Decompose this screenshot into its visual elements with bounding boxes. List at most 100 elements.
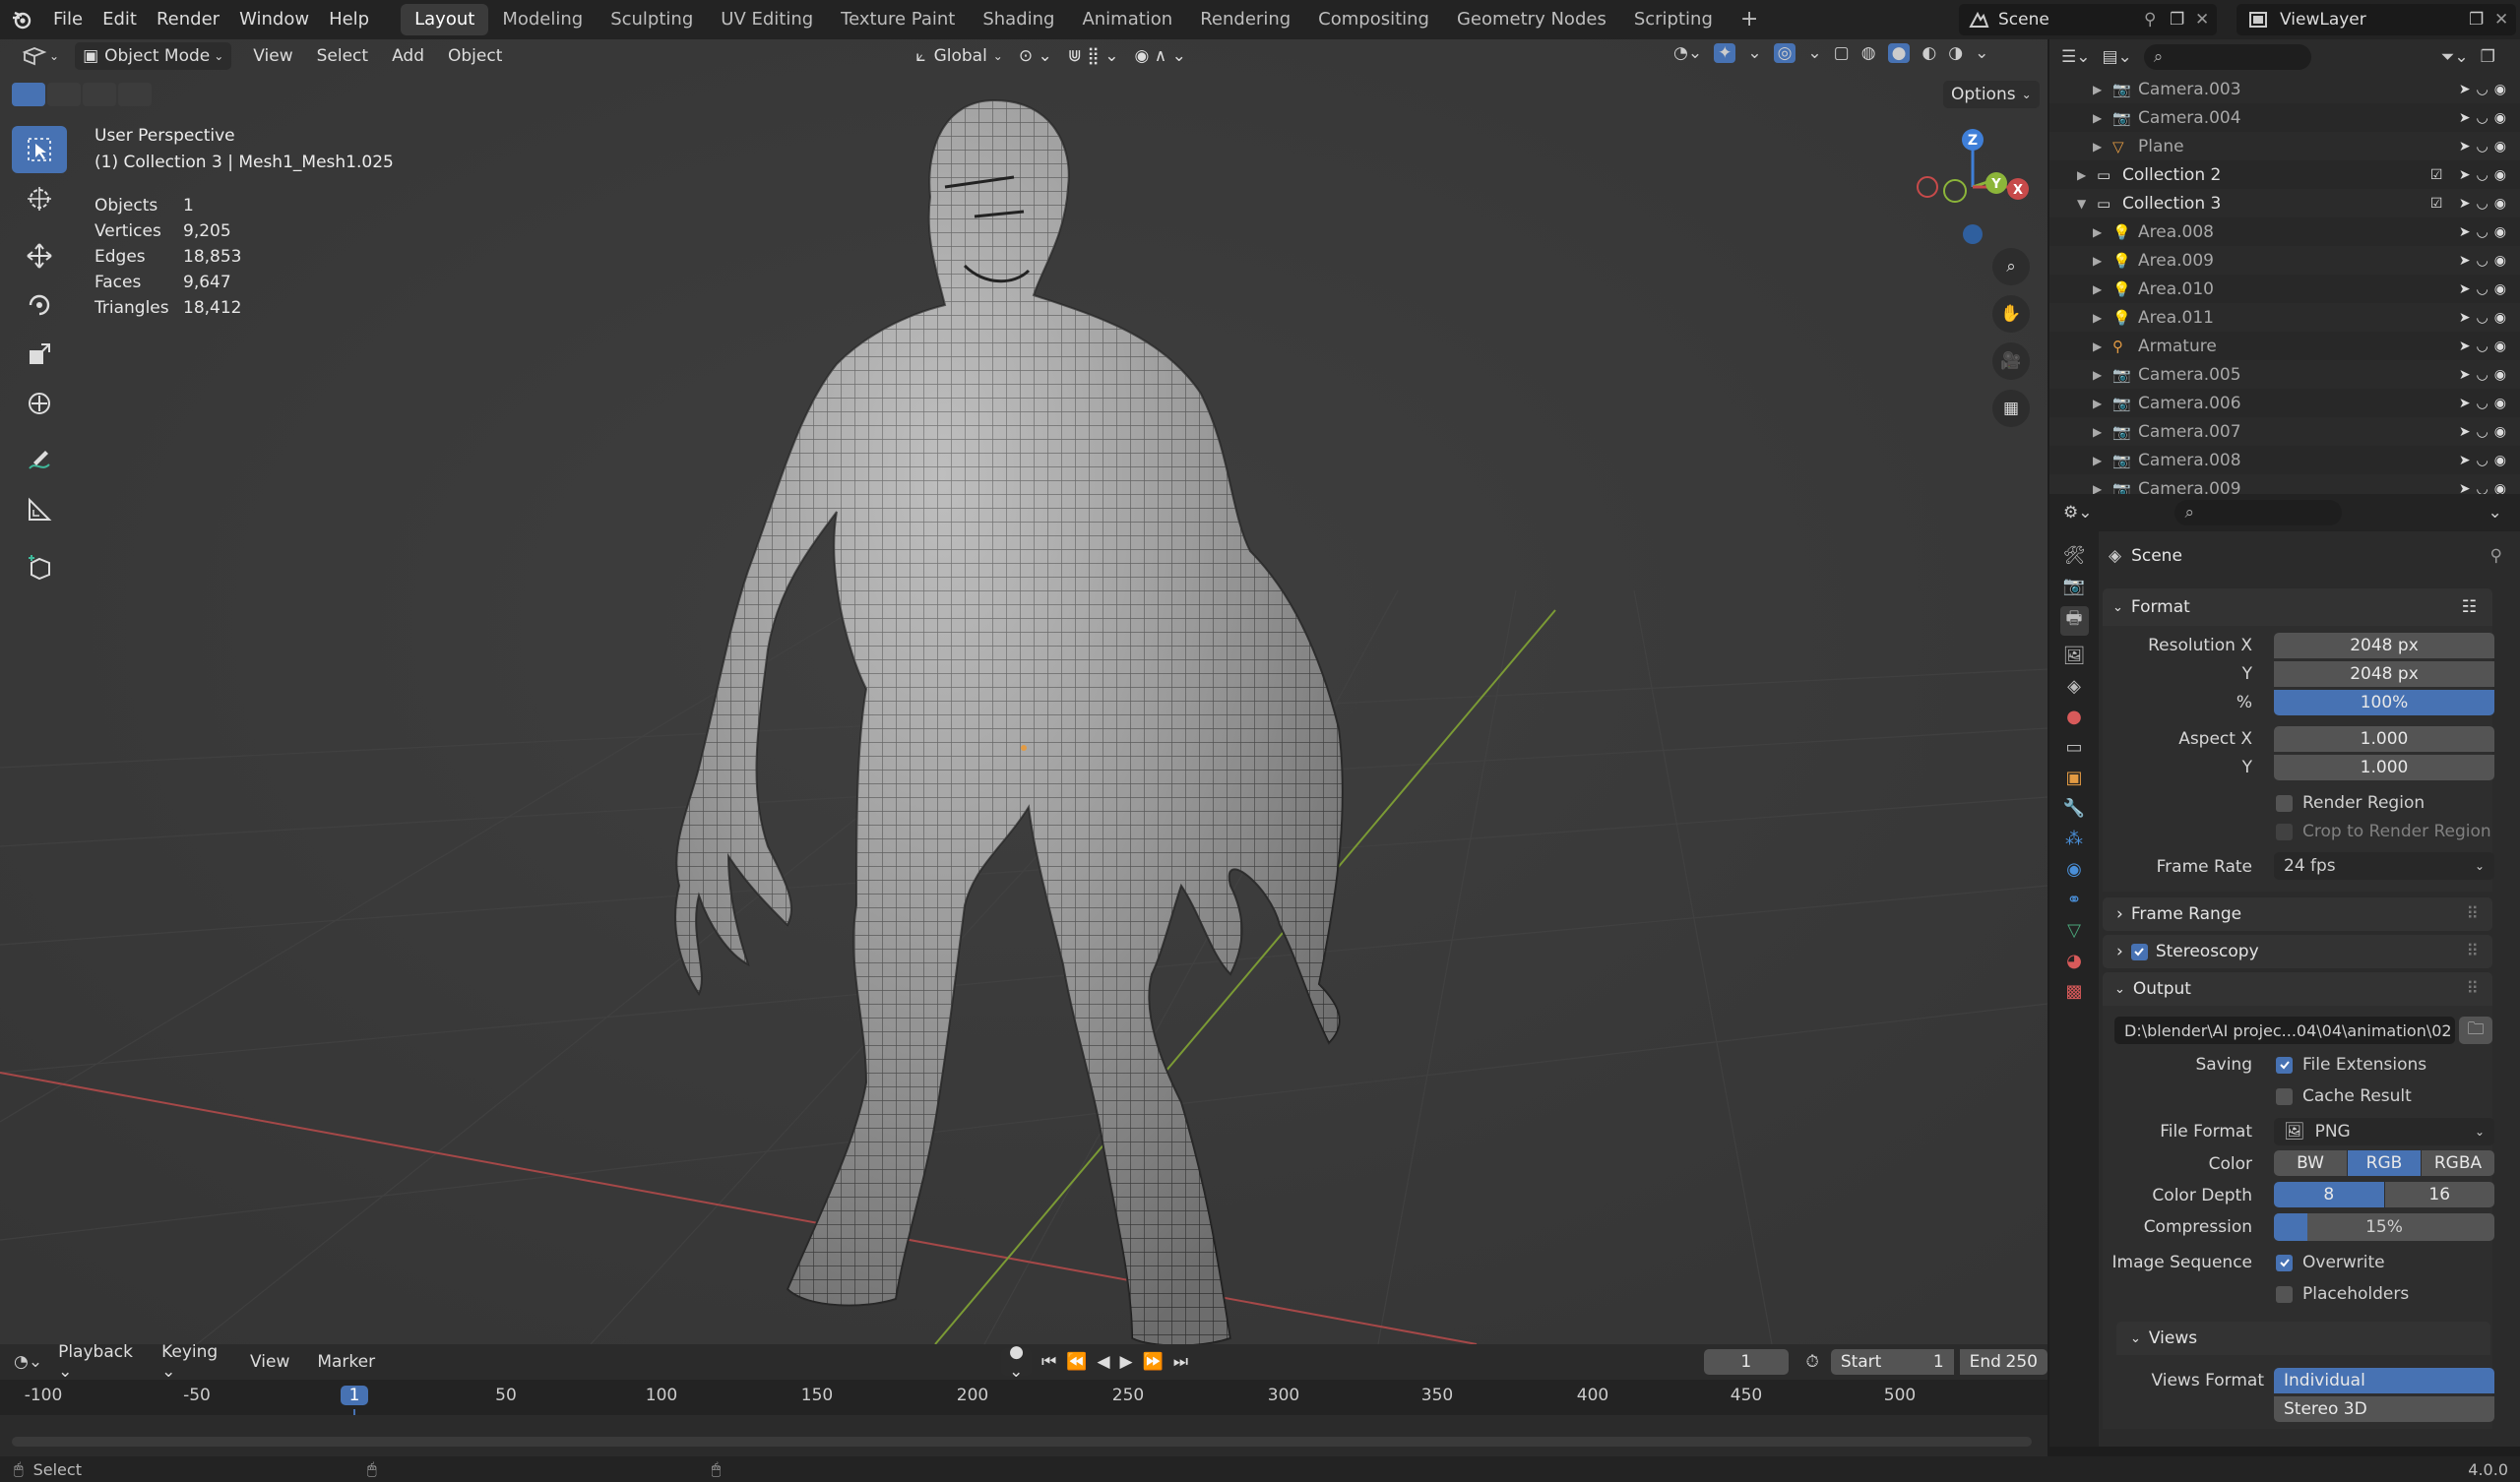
tab-animation[interactable]: Animation bbox=[1068, 4, 1186, 35]
tab-scripting[interactable]: Scripting bbox=[1620, 4, 1727, 35]
snap-icon[interactable]: ⋓ ⣿ ⌄ bbox=[1060, 42, 1127, 70]
scene-selector[interactable]: Scene ⚲ ❐ ✕ bbox=[1959, 4, 2217, 35]
properties-editor-icon[interactable]: ⚙⌄ bbox=[2063, 503, 2092, 523]
tab-shading[interactable]: Shading bbox=[969, 4, 1068, 35]
timeline-editor-icon[interactable]: ◔⌄ bbox=[14, 1352, 42, 1372]
tab-sculpting[interactable]: Sculpting bbox=[597, 4, 707, 35]
new-collection-icon[interactable]: ❐ bbox=[2481, 47, 2495, 67]
menu-object[interactable]: Object bbox=[436, 46, 514, 66]
outliner-row[interactable]: ▶ 📷 Camera.004 ➤◡◉ bbox=[2049, 103, 2520, 132]
expand-arrow-icon[interactable]: ▶ bbox=[2093, 282, 2102, 296]
browse-folder-icon[interactable]: 🗀 bbox=[2459, 1017, 2492, 1044]
measure-tool-icon[interactable] bbox=[12, 486, 67, 533]
select-extend-icon[interactable] bbox=[47, 83, 81, 106]
restriction-toggles[interactable]: ➤◡◉ bbox=[2459, 82, 2512, 97]
end-frame-field[interactable]: End 250 bbox=[1959, 1349, 2048, 1375]
timeline-scrollbar[interactable] bbox=[12, 1437, 2032, 1447]
camera-view-icon[interactable]: 🎥 bbox=[1992, 342, 2030, 380]
restriction-toggles[interactable]: ➤◡◉ bbox=[2459, 396, 2512, 411]
menu-keying[interactable]: Keying ⌄ bbox=[150, 1342, 234, 1382]
restriction-toggles[interactable]: ➤◡◉ bbox=[2459, 339, 2512, 354]
expand-arrow-icon[interactable]: ▶ bbox=[2093, 368, 2102, 382]
expand-arrow-icon[interactable]: ▶ bbox=[2093, 454, 2102, 467]
blender-logo-icon[interactable] bbox=[0, 9, 43, 31]
restriction-toggles[interactable]: ☑ ➤◡◉ bbox=[2430, 167, 2512, 183]
render-region-checkbox[interactable]: Render Region bbox=[2276, 793, 2425, 813]
rotate-tool-icon[interactable] bbox=[12, 281, 67, 329]
transform-tool-icon[interactable] bbox=[12, 380, 67, 427]
compression-slider[interactable]: 15% bbox=[2274, 1213, 2494, 1241]
restriction-toggles[interactable]: ➤◡◉ bbox=[2459, 253, 2512, 269]
move-tool-icon[interactable] bbox=[12, 232, 67, 279]
zoom-icon[interactable]: ⌕ bbox=[1992, 248, 2030, 285]
outliner-row[interactable]: ▶ 📷 Camera.003 ➤◡◉ bbox=[2049, 75, 2520, 103]
resolution-percent-slider[interactable]: 100% bbox=[2274, 690, 2494, 715]
expand-arrow-icon[interactable]: ▶ bbox=[2093, 397, 2102, 410]
tool-tab-icon[interactable]: 🛠 bbox=[2063, 545, 2086, 566]
overwrite-check[interactable] bbox=[2276, 1254, 2293, 1271]
options-button[interactable]: Options ⌄ bbox=[1943, 81, 2040, 108]
frame-ruler[interactable]: -100 -50 1 50 100 150 200 250 300 350 400 450 500 bbox=[0, 1380, 2048, 1456]
outliner-row[interactable]: ▶ 💡 Area.010 ➤◡◉ bbox=[2049, 275, 2520, 303]
object-tab-icon[interactable]: ▣ bbox=[2065, 768, 2082, 788]
restriction-toggles[interactable]: ➤◡◉ bbox=[2459, 281, 2512, 297]
tab-modeling[interactable]: Modeling bbox=[488, 4, 597, 35]
scale-tool-icon[interactable] bbox=[12, 331, 67, 378]
navigation-gizmo[interactable]: Z Y X bbox=[1914, 124, 2036, 252]
restriction-toggles[interactable]: ➤◡◉ bbox=[2459, 453, 2512, 468]
pin-icon[interactable]: ⚲ bbox=[2144, 10, 2170, 30]
output-path-input[interactable]: D:\blender\AI projec...04\04\animation\0… bbox=[2114, 1017, 2455, 1044]
placeholders-check[interactable] bbox=[2276, 1285, 2293, 1303]
editor-type-icon[interactable]: ⌄ bbox=[14, 42, 67, 70]
modifier-tab-icon[interactable]: 🔧 bbox=[2063, 798, 2085, 819]
pivot-point-icon[interactable]: ⊙ ⌄ bbox=[1011, 42, 1060, 70]
views-individual-option[interactable]: Individual bbox=[2274, 1368, 2494, 1393]
outliner-row[interactable]: ▶ 💡 Area.009 ➤◡◉ bbox=[2049, 246, 2520, 275]
frame-range-section-header[interactable]: › Frame Range ⠿ bbox=[2103, 897, 2492, 931]
delete-view-layer-icon[interactable]: ✕ bbox=[2494, 10, 2516, 30]
crop-region-check[interactable] bbox=[2276, 823, 2293, 840]
shading-wireframe-icon[interactable]: ◍ bbox=[1861, 43, 1876, 63]
expand-arrow-icon[interactable]: ▶ bbox=[2077, 168, 2086, 182]
menu-edit[interactable]: Edit bbox=[93, 0, 147, 39]
particles-tab-icon[interactable]: ⁂ bbox=[2065, 829, 2083, 849]
pan-hand-icon[interactable]: ✋ bbox=[1992, 295, 2030, 333]
shading-material-icon[interactable]: ◐ bbox=[1922, 43, 1936, 63]
outliner-search-input[interactable]: ⌕ bbox=[2143, 44, 2311, 70]
outliner-row[interactable]: ▶ ▽ Plane ➤◡◉ bbox=[2049, 132, 2520, 160]
outliner-row[interactable]: ▶ 📷 Camera.006 ➤◡◉ bbox=[2049, 389, 2520, 417]
resolution-y-field[interactable]: 2048 px bbox=[2274, 661, 2494, 687]
outliner-row[interactable]: ▶ ⚲ Armature ➤◡◉ bbox=[2049, 332, 2520, 360]
restriction-toggles[interactable]: ➤◡◉ bbox=[2459, 367, 2512, 383]
restriction-toggles[interactable]: ➤◡◉ bbox=[2459, 424, 2512, 440]
restriction-toggles[interactable]: ➤◡◉ bbox=[2459, 224, 2512, 240]
select-subtract-icon[interactable] bbox=[83, 83, 116, 106]
overlay-icon[interactable]: ◎ bbox=[1773, 43, 1796, 63]
tab-compositing[interactable]: Compositing bbox=[1304, 4, 1443, 35]
color-bw-button[interactable]: BW bbox=[2274, 1150, 2347, 1176]
material-tab-icon[interactable]: ◕ bbox=[2066, 951, 2082, 971]
menu-render[interactable]: Render bbox=[147, 0, 229, 39]
start-frame-field[interactable]: Start 1 bbox=[1830, 1349, 1954, 1375]
file-format-dropdown[interactable]: 🖼 PNG ⌄ bbox=[2274, 1118, 2494, 1145]
file-extensions-check[interactable] bbox=[2276, 1056, 2293, 1074]
texture-tab-icon[interactable]: ▩ bbox=[2065, 981, 2082, 1002]
presets-icon[interactable]: ☷ bbox=[2462, 597, 2477, 617]
crop-region-checkbox[interactable]: Crop to Render Region bbox=[2276, 822, 2491, 841]
select-new-icon[interactable] bbox=[12, 83, 45, 106]
gizmo-icon[interactable]: ✦ bbox=[1714, 43, 1736, 63]
frame-rate-dropdown[interactable]: 24 fps ⌄ bbox=[2274, 852, 2494, 880]
expand-arrow-icon[interactable]: ▶ bbox=[2093, 225, 2102, 239]
outliner-row[interactable]: ▶ 📷 Camera.005 ➤◡◉ bbox=[2049, 360, 2520, 389]
expand-arrow-icon[interactable]: ▶ bbox=[2093, 311, 2102, 325]
scene-tab-icon[interactable]: ◈ bbox=[2067, 676, 2081, 697]
expand-arrow-icon[interactable]: ▶ bbox=[2093, 111, 2102, 125]
render-region-check[interactable] bbox=[2276, 794, 2293, 812]
expand-arrow-icon[interactable]: ▶ bbox=[2093, 254, 2102, 268]
menu-window[interactable]: Window bbox=[229, 0, 319, 39]
physics-tab-icon[interactable]: ◉ bbox=[2066, 859, 2082, 880]
new-view-layer-icon[interactable]: ❐ bbox=[2469, 10, 2494, 30]
select-box-tool-icon[interactable] bbox=[12, 126, 67, 173]
output-section-header[interactable]: ⌄ Output ⠿ bbox=[2103, 972, 2492, 1006]
properties-search-input[interactable]: ⌕ bbox=[2174, 500, 2343, 525]
